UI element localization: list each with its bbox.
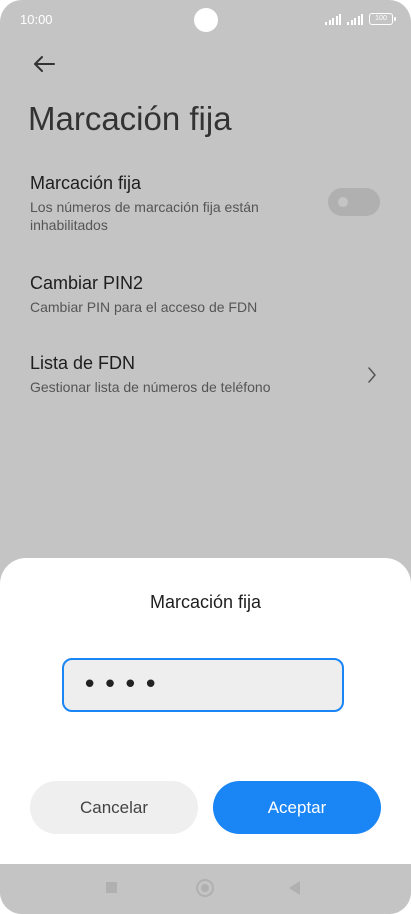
- signal-icon: [347, 14, 363, 25]
- cancel-button[interactable]: Cancelar: [30, 781, 198, 834]
- pin-dialog: Marcación fija •••• Cancelar Aceptar: [0, 558, 411, 864]
- chevron-right-icon: [368, 367, 376, 383]
- navigation-bar: [0, 864, 411, 914]
- battery-icon: 100: [369, 13, 396, 25]
- status-icons: 100: [325, 13, 396, 25]
- home-icon[interactable]: [196, 879, 214, 897]
- accept-button[interactable]: Aceptar: [213, 781, 381, 834]
- fixed-dialing-toggle[interactable]: [328, 188, 380, 216]
- camera-cutout: [194, 8, 218, 32]
- setting-fdn-list[interactable]: Lista de FDN Gestionar lista de números …: [30, 353, 380, 396]
- setting-description: Gestionar lista de números de teléfono: [30, 379, 271, 395]
- page-title: Marcación fija: [28, 100, 232, 137]
- setting-title: Cambiar PIN2: [30, 273, 144, 293]
- pin-input[interactable]: ••••: [62, 658, 344, 712]
- dialog-title: Marcación fija: [149, 592, 262, 612]
- recents-icon[interactable]: [106, 882, 117, 893]
- setting-change-pin2[interactable]: Cambiar PIN2 Cambiar PIN para el acceso …: [30, 273, 380, 316]
- status-time: 10:00: [20, 12, 53, 27]
- setting-description: Cambiar PIN para el acceso de FDN: [30, 299, 258, 315]
- setting-fixed-dialing[interactable]: Marcación fija Los números de marcación …: [30, 173, 380, 234]
- setting-description: Los números de marcación fija están inha…: [30, 199, 259, 233]
- setting-title: Lista de FDN: [30, 353, 136, 373]
- setting-title: Marcación fija: [30, 173, 142, 193]
- status-bar: 10:00 100: [0, 0, 411, 40]
- signal-icon: [325, 14, 341, 25]
- phone-screen: 10:00 100 Marcación fija Marcación fija …: [0, 0, 411, 914]
- back-nav-icon[interactable]: [289, 881, 300, 895]
- toggle-knob: [338, 197, 348, 207]
- back-arrow-icon[interactable]: [30, 50, 58, 78]
